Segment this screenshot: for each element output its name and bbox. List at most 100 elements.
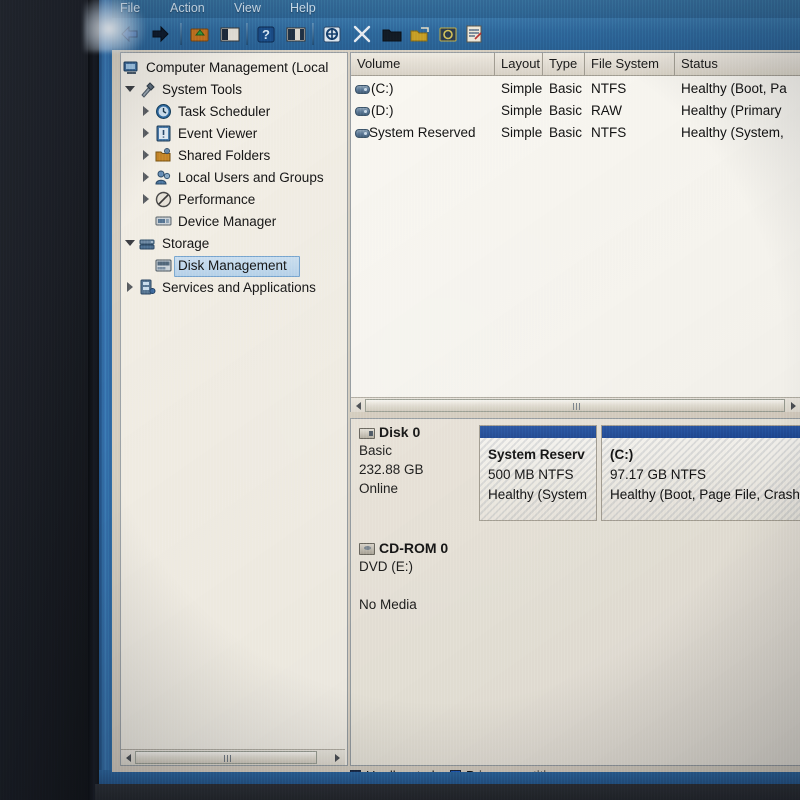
chevron-right-icon[interactable] — [141, 127, 153, 139]
help-icon[interactable]: ? — [254, 22, 278, 46]
tree-item-storage[interactable]: Storage — [121, 233, 347, 254]
volume-cell-filesystem: NTFS — [591, 81, 627, 96]
console-tree-pane: Computer Management (Local System Tools Ta… — [120, 52, 348, 766]
volume-cell-volume: (D:) — [371, 103, 394, 118]
tree-item-label: Services and Applications — [162, 280, 316, 295]
partition-title: System Reserv — [488, 447, 585, 462]
column-header-layout[interactable]: Layout — [495, 53, 543, 75]
menu-item-file[interactable]: File — [120, 0, 140, 18]
tree-item-services-and-applications[interactable]: Services and Applications — [121, 277, 347, 298]
toolbar-separator — [246, 23, 248, 45]
back-icon[interactable] — [118, 22, 142, 46]
tree-item-label: Storage — [162, 236, 210, 251]
volume-cell-volume: System Reserved — [369, 125, 476, 140]
column-header-status[interactable]: Status — [675, 53, 800, 75]
rescan-disks-icon[interactable] — [436, 22, 460, 46]
disk-name: CD-ROM 0 — [379, 540, 449, 556]
drive-icon — [355, 85, 370, 94]
volume-row[interactable]: System Reserved Simple Basic NTFS Healthy (S… — [351, 123, 800, 144]
partition-size: 97.17 GB NTFS — [610, 467, 707, 482]
chevron-right-icon[interactable] — [125, 281, 137, 293]
disk-info-line: Basic — [359, 443, 393, 458]
tree-item-icon — [155, 125, 172, 142]
tree-item-label: Performance — [178, 192, 256, 207]
tree-item-task-scheduler[interactable]: Task Scheduler — [121, 101, 347, 122]
tree-item-disk-management[interactable]: Disk Management — [121, 255, 347, 277]
column-header-volume[interactable]: Volume — [351, 53, 495, 75]
column-header-type[interactable]: Type — [543, 53, 585, 75]
desktop-below-window — [95, 784, 800, 800]
volume-list-horizontal-scrollbar[interactable] — [351, 397, 800, 413]
tree-item-label: System Tools — [162, 82, 243, 97]
client-area: Computer Management (Local System Tools Ta… — [112, 50, 800, 772]
scroll-thumb[interactable] — [365, 399, 785, 412]
export-list-icon[interactable] — [380, 22, 404, 46]
computer-management-window: File Action View Help ? Computer Management… — [112, 0, 800, 772]
partition-size: 500 MB NTFS — [488, 467, 574, 482]
tree-item-local-users-and-groups[interactable]: Local Users and Groups — [121, 167, 347, 188]
volume-cell-layout: Simple — [501, 81, 543, 96]
forward-icon[interactable] — [148, 22, 172, 46]
chevron-down-icon[interactable] — [125, 83, 137, 95]
partition-title: (C:) — [610, 447, 634, 462]
volume-cell-type: Basic — [549, 81, 583, 96]
chevron-right-icon[interactable] — [141, 171, 153, 183]
chevron-right-icon[interactable] — [141, 193, 153, 205]
disk-info: Disk 0 Basic 232.88 GB Online — [359, 425, 477, 498]
tree-item-system-tools[interactable]: System Tools — [121, 79, 347, 100]
tree-item-icon — [155, 191, 172, 208]
volume-cell-status: Healthy (Boot, Pa — [681, 81, 787, 96]
drive-icon — [355, 129, 370, 138]
partition-system-reserv[interactable]: System Reserv 500 MB NTFS Healthy (System — [479, 425, 597, 521]
tree-horizontal-scrollbar[interactable] — [121, 749, 345, 765]
menu-item-help[interactable]: Help — [290, 0, 316, 18]
volume-cell-type: Basic — [549, 103, 583, 118]
help-topics-icon[interactable] — [462, 22, 486, 46]
volume-row[interactable]: (C:) Simple Basic NTFS Healthy (Boot, Pa — [351, 79, 800, 100]
partition-status: Healthy (Boot, Page File, Crash D — [610, 487, 800, 502]
partition-body: System Reserv 500 MB NTFS Healthy (System — [480, 438, 596, 520]
tree-item-icon — [139, 235, 156, 252]
tree-item-icon — [139, 279, 156, 296]
tree-item-label: Computer Management (Local — [146, 60, 329, 75]
tree-item-shared-folders[interactable]: Shared Folders — [121, 145, 347, 166]
volume-row[interactable]: (D:) Simple Basic RAW Healthy (Primary — [351, 101, 800, 122]
chevron-right-icon[interactable] — [141, 105, 153, 117]
refresh-icon[interactable] — [320, 22, 344, 46]
drive-icon — [355, 107, 370, 116]
scroll-right-arrow[interactable] — [786, 398, 800, 413]
show-hide-tree-icon[interactable] — [218, 22, 242, 46]
disk-name-row: Disk 0 — [359, 425, 477, 441]
partition--c[interactable]: (C:) 97.17 GB NTFS Healthy (Boot, Page Fil… — [601, 425, 800, 521]
partition-status: Healthy (System — [488, 487, 588, 502]
new-window-icon[interactable] — [408, 22, 432, 46]
graphical-disk-view: Disk 0 Basic 232.88 GB Online System Reserv 5… — [350, 418, 800, 766]
up-folder-icon[interactable] — [188, 22, 212, 46]
column-header-file-system[interactable]: File System — [585, 53, 675, 75]
scroll-left-arrow[interactable] — [121, 750, 136, 765]
scroll-right-arrow[interactable] — [330, 750, 345, 765]
disk-info-line — [359, 576, 477, 595]
tree-item-event-viewer[interactable]: Event Viewer — [121, 123, 347, 144]
menu-item-action[interactable]: Action — [170, 0, 205, 18]
svg-text:?: ? — [262, 27, 270, 42]
delete-icon[interactable] — [350, 22, 374, 46]
disk-info-line: Online — [359, 481, 399, 496]
tree-item-performance[interactable]: Performance — [121, 189, 347, 210]
menu-bar: File Action View Help — [112, 0, 800, 18]
scroll-thumb[interactable] — [135, 751, 317, 764]
disk-info-line: No Media — [359, 597, 417, 612]
chevron-right-icon[interactable] — [141, 149, 153, 161]
chevron-down-icon[interactable] — [125, 237, 137, 249]
scroll-left-arrow[interactable] — [351, 398, 366, 413]
volume-cell-filesystem: RAW — [591, 103, 622, 118]
properties-icon[interactable] — [284, 22, 308, 46]
tree-item-icon — [155, 213, 172, 230]
toolbar: ? — [112, 18, 800, 51]
menu-item-view[interactable]: View — [234, 0, 261, 18]
tree-item-computer-management-local[interactable]: Computer Management (Local — [121, 57, 347, 78]
tree-item-device-manager[interactable]: Device Manager — [121, 211, 347, 232]
tree-item-label: Disk Management — [178, 258, 287, 273]
tree-item-label: Task Scheduler — [178, 104, 271, 119]
tree-item-icon — [139, 81, 156, 98]
